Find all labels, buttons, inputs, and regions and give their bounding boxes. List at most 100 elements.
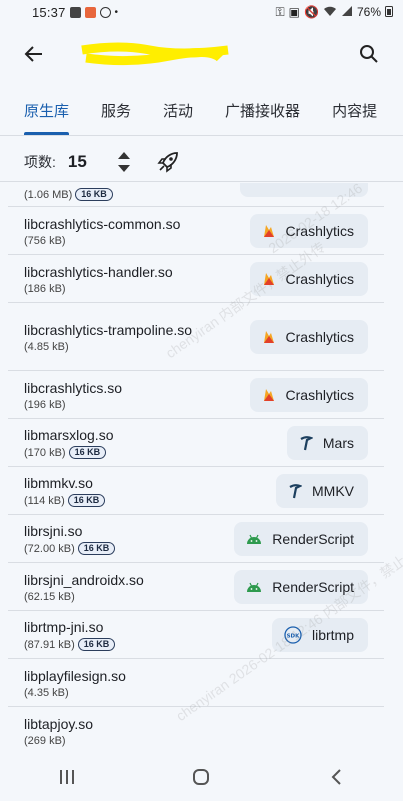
home-button[interactable] bbox=[171, 757, 231, 797]
lib-name: libmmkv.so bbox=[24, 475, 93, 491]
sdk-icon: SDK bbox=[284, 625, 302, 644]
lib-size: (4.85 kB) bbox=[24, 340, 69, 353]
lib-size: (4.35 kB) bbox=[24, 686, 69, 699]
lib-meta: (170 kB) 16 KB bbox=[24, 446, 287, 459]
lib-name: libmarsxlog.so bbox=[24, 427, 114, 443]
tab-receivers[interactable]: 广播接收器 bbox=[209, 92, 316, 132]
lib-size: (196 kB) bbox=[24, 398, 66, 411]
library-chip[interactable]: Crashlytics bbox=[249, 261, 368, 296]
gallery-icon bbox=[69, 6, 81, 18]
list-item[interactable]: libcrashlytics-trampoline.so (4.85 kB) Cra… bbox=[8, 303, 384, 371]
android-icon bbox=[246, 533, 262, 545]
item-count-label: 项数: bbox=[24, 153, 56, 170]
list-item[interactable]: libmmkv.so (114 kB) 16 KB MMKV bbox=[8, 467, 384, 515]
lib-size: (114 kB) bbox=[24, 494, 65, 507]
library-chip-label: RenderScript bbox=[272, 530, 354, 547]
status-time: 15:37 bbox=[32, 4, 66, 20]
tab-services[interactable]: 服务 bbox=[85, 92, 147, 132]
library-chip[interactable]: RenderScript bbox=[234, 521, 368, 556]
library-chip-label: MMKV bbox=[312, 482, 354, 499]
lib-size: (186 kB) bbox=[24, 282, 66, 295]
back-button[interactable] bbox=[18, 38, 50, 70]
library-chip-label: Crashlytics bbox=[285, 328, 354, 345]
sort-button[interactable] bbox=[117, 151, 131, 173]
lib-meta: (186 kB) bbox=[24, 283, 250, 295]
library-chip-label: Mars bbox=[322, 434, 354, 451]
recents-button[interactable] bbox=[37, 757, 97, 797]
lib-name: libcrashlytics-trampoline.so bbox=[24, 321, 193, 338]
list-item[interactable]: libcrashlytics-handler.so (186 kB) Crashly… bbox=[8, 255, 384, 303]
lib-name: libcrashlytics-common.so bbox=[24, 215, 181, 232]
list-item[interactable]: librtmp-jni.so (87.91 kB) 16 KB SDK librtmp bbox=[8, 611, 384, 659]
list-item[interactable]: (1.06 MB) 16 KB bbox=[8, 183, 384, 207]
firebase-icon bbox=[262, 329, 276, 345]
lib-meta: (62.15 kB) bbox=[24, 591, 234, 603]
firebase-icon bbox=[262, 387, 276, 403]
list-item-text: libtapjoy.so (269 kB) bbox=[24, 715, 368, 747]
list-item-text: librsjni.so (72.00 kB) 16 KB bbox=[24, 522, 234, 555]
android-icon bbox=[246, 581, 262, 593]
page-size-badge: 16 KB bbox=[68, 446, 107, 459]
item-count-value: 15 bbox=[67, 151, 87, 171]
dot-icon: • bbox=[114, 6, 119, 18]
firebase-icon bbox=[262, 223, 276, 239]
page-size-badge: 16 KB bbox=[77, 638, 116, 651]
library-chip[interactable]: SDK librtmp bbox=[271, 617, 368, 652]
library-chip-label: Crashlytics bbox=[285, 386, 354, 403]
list-item-text: libcrashlytics-trampoline.so (4.85 kB) bbox=[24, 321, 250, 353]
library-chip[interactable]: Crashlytics bbox=[249, 377, 368, 412]
count-row: 项数: 15 bbox=[0, 142, 403, 182]
lib-name: libplayfilesign.so bbox=[24, 667, 126, 684]
status-bar: 15:37 • ⚿ ▣ 🔇 76% bbox=[0, 0, 403, 24]
library-chip[interactable]: Crashlytics bbox=[249, 319, 368, 354]
signal-icon bbox=[341, 5, 353, 20]
battery-icon bbox=[385, 5, 393, 20]
list-item[interactable]: libmarsxlog.so (170 kB) 16 KB Mars bbox=[8, 419, 384, 467]
list-item-text: libcrashlytics.so (196 kB) bbox=[24, 379, 250, 411]
lib-name: librsjni_androidx.so bbox=[24, 571, 144, 588]
nav-back-button[interactable] bbox=[306, 757, 366, 797]
arrow-left-icon bbox=[24, 46, 42, 62]
list-item-text: libmmkv.so (114 kB) 16 KB bbox=[24, 474, 276, 507]
tab-activities[interactable]: 活动 bbox=[147, 92, 209, 132]
tencent-icon bbox=[299, 435, 313, 451]
lib-name: libcrashlytics-handler.so bbox=[24, 263, 173, 280]
lib-meta: (4.35 kB) bbox=[24, 687, 368, 699]
lib-meta: (114 kB) 16 KB bbox=[24, 494, 276, 507]
system-nav-bar bbox=[0, 753, 403, 801]
list-item[interactable]: libtapjoy.so (269 kB) bbox=[8, 707, 384, 753]
rocket-icon bbox=[157, 151, 178, 173]
list-item[interactable]: libplayfilesign.so (4.35 kB) bbox=[8, 659, 384, 707]
library-chip-label: Crashlytics bbox=[285, 270, 354, 287]
key-icon: ⚿ bbox=[275, 4, 285, 19]
library-chip[interactable]: RenderScript bbox=[234, 569, 368, 604]
app-notification-icon bbox=[84, 6, 96, 18]
lib-meta: (269 kB) bbox=[24, 735, 368, 747]
library-chip[interactable]: Crashlytics bbox=[249, 213, 368, 248]
lib-meta: (756 kB) bbox=[24, 235, 250, 247]
lib-name: librsjni.so bbox=[24, 523, 83, 539]
rocket-button[interactable] bbox=[157, 151, 179, 173]
list-item[interactable]: libcrashlytics-common.so (756 kB) Crashlyt… bbox=[8, 207, 384, 255]
list-item[interactable]: librsjni.so (72.00 kB) 16 KB RenderScript bbox=[8, 515, 384, 563]
page-size-badge: 16 KB bbox=[77, 542, 116, 555]
tab-providers[interactable]: 内容提 bbox=[316, 92, 393, 132]
lib-name: libtapjoy.so bbox=[24, 715, 94, 732]
search-button[interactable] bbox=[353, 38, 385, 70]
page-size-badge: 16 KB bbox=[75, 188, 113, 201]
list-item[interactable]: libcrashlytics.so (196 kB) Crashlytics bbox=[8, 371, 384, 419]
library-chip[interactable]: Mars bbox=[286, 425, 368, 460]
search-icon bbox=[360, 45, 378, 63]
list-item-text: libplayfilesign.so (4.35 kB) bbox=[24, 667, 368, 699]
lib-size: (72.00 kB) bbox=[24, 542, 75, 555]
library-chip[interactable] bbox=[240, 183, 368, 197]
wifi-icon bbox=[323, 5, 337, 20]
tab-bar: 原生库 服务 活动 广播接收器 内容提 bbox=[0, 92, 403, 136]
list-item-text: libcrashlytics-handler.so (186 kB) bbox=[24, 263, 250, 295]
list-item-text: libmarsxlog.so (170 kB) 16 KB bbox=[24, 426, 287, 459]
page-size-badge: 16 KB bbox=[67, 494, 106, 507]
tab-native-libs[interactable]: 原生库 bbox=[0, 92, 85, 135]
library-chip[interactable]: MMKV bbox=[276, 473, 368, 508]
list-item[interactable]: librsjni_androidx.so (62.15 kB) RenderScri… bbox=[8, 563, 384, 611]
lib-meta: (4.85 kB) bbox=[24, 341, 250, 353]
